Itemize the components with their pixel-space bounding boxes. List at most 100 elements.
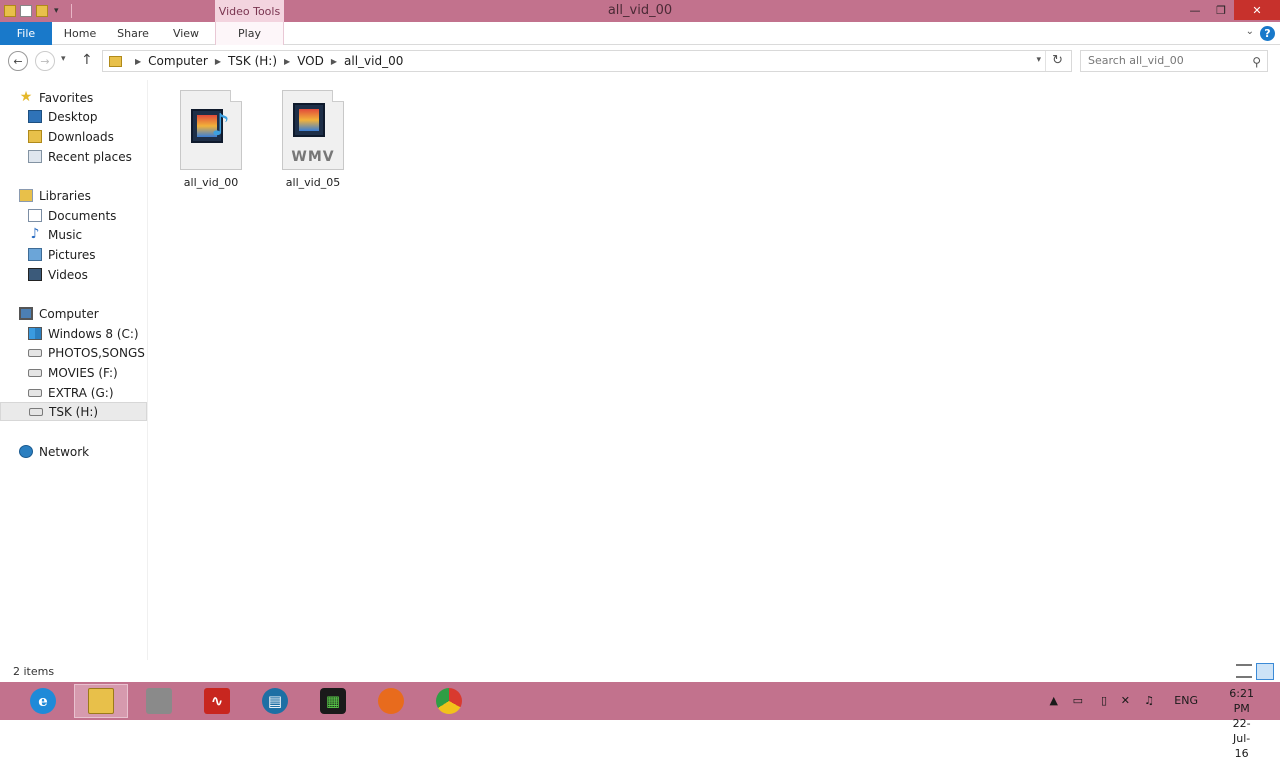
video-tools-tab-group: Video Tools	[215, 0, 284, 22]
file-item[interactable]: WMV all_vid_05	[275, 90, 351, 190]
music-note-icon: ♪	[30, 226, 40, 242]
sidebar-item-music[interactable]: ♪ Music	[0, 225, 147, 244]
clock[interactable]: 6:21 PM 22-Jul-16	[1229, 686, 1254, 761]
input-language[interactable]: ENG	[1174, 694, 1198, 707]
breadcrumb-current-folder[interactable]: all_vid_00	[344, 54, 403, 68]
page-fold	[230, 90, 242, 102]
tab-play[interactable]: Play	[215, 22, 284, 45]
internet-explorer-icon: e	[30, 688, 56, 714]
new-folder-icon[interactable]	[36, 5, 48, 17]
taskbar-internet-explorer[interactable]: e	[16, 684, 70, 718]
libraries-icon	[19, 189, 33, 202]
sidebar-group-label: Network	[39, 444, 90, 459]
window-title: all_vid_00	[607, 3, 673, 18]
breadcrumb-chevron-icon[interactable]: ▶	[215, 57, 221, 66]
breadcrumb-chevron-icon[interactable]: ▶	[331, 57, 337, 66]
sidebar-item-downloads[interactable]: Downloads	[0, 127, 147, 146]
recent-locations-chevron-icon[interactable]: ▾	[61, 54, 66, 64]
taskbar-movie-maker[interactable]: ▦	[306, 684, 360, 718]
music-note-icon: ♪	[211, 108, 231, 143]
taskbar-firefox[interactable]	[364, 684, 418, 718]
customize-toolbar-chevron-icon[interactable]: ▾	[54, 6, 59, 16]
breadcrumb-vod[interactable]: VOD	[297, 54, 324, 68]
video-file-icon: ♪	[180, 90, 242, 170]
forward-button[interactable]: →	[35, 51, 55, 71]
file-name: all_vid_00	[183, 176, 239, 189]
sidebar-item-photos-drive[interactable]: PHOTOS,SONGS & VIDEOS (E:)	[0, 343, 147, 362]
minimize-button[interactable]: —	[1182, 0, 1208, 20]
hard-drive-icon	[28, 368, 42, 377]
address-history-chevron-icon[interactable]: ▾	[1036, 55, 1041, 65]
breadcrumb-computer[interactable]: Computer	[148, 54, 208, 68]
tab-file[interactable]: File	[0, 22, 52, 45]
tab-home[interactable]: Home	[56, 22, 104, 45]
expand-ribbon-chevron-icon[interactable]: ⌄	[1246, 26, 1254, 37]
status-bar: 2 items	[0, 662, 1280, 682]
tab-share[interactable]: Share	[110, 22, 156, 45]
large-icons-view-icon[interactable]	[1256, 663, 1274, 680]
sidebar-item-windows-drive[interactable]: Windows 8 (C:)	[0, 324, 147, 343]
network-disconnected-icon[interactable]: ✕	[1121, 694, 1130, 707]
hard-drive-icon	[29, 407, 43, 416]
sidebar-item-label: Windows 8 (C:)	[48, 326, 139, 341]
action-center-icon[interactable]: ▭	[1073, 694, 1083, 707]
sidebar-item-recent-places[interactable]: Recent places	[0, 147, 147, 166]
file-item[interactable]: ♪ all_vid_00	[173, 90, 249, 190]
sidebar-item-pictures[interactable]: Pictures	[0, 245, 147, 264]
hard-drive-icon	[28, 388, 42, 397]
search-input[interactable]: Search all_vid_00 ⚲	[1080, 50, 1268, 72]
sidebar-item-label: TSK (H:)	[49, 404, 99, 419]
details-view-icon[interactable]	[1236, 664, 1252, 678]
breadcrumb-chevron-icon[interactable]: ▶	[284, 57, 290, 66]
chrome-icon	[436, 688, 462, 714]
properties-icon[interactable]	[20, 5, 32, 17]
breadcrumb-tsk-drive[interactable]: TSK (H:)	[228, 54, 277, 68]
taskbar-media-center[interactable]: ▤	[248, 684, 302, 718]
hard-drive-icon	[28, 348, 42, 357]
breadcrumb-chevron-icon[interactable]: ▶	[135, 57, 141, 66]
taskbar-chrome[interactable]	[422, 684, 476, 718]
item-count: 2 items	[13, 665, 55, 678]
help-icon[interactable]: ?	[1260, 26, 1275, 41]
windows-drive-icon	[28, 327, 42, 340]
sidebar-group-network[interactable]: Network	[0, 442, 147, 461]
sidebar-item-label: MOVIES (F:)	[48, 365, 118, 380]
recent-places-icon	[28, 150, 42, 163]
show-hidden-icons-chevron-icon[interactable]: ▲	[1050, 694, 1058, 707]
sidebar-group-label: Libraries	[39, 188, 91, 203]
sidebar-item-desktop[interactable]: Desktop	[0, 107, 147, 126]
sidebar-item-label: Desktop	[48, 109, 98, 124]
pictures-icon	[28, 248, 42, 261]
sidebar-item-label: Videos	[48, 267, 88, 282]
sidebar-item-extra-drive[interactable]: EXTRA (G:)	[0, 383, 147, 402]
battery-icon[interactable]: ▯	[1101, 694, 1107, 707]
sidebar-item-label: Music	[48, 227, 83, 242]
star-icon: ★	[19, 89, 33, 105]
sidebar-item-movies-drive[interactable]: MOVIES (F:)	[0, 363, 147, 382]
sidebar-item-videos[interactable]: Videos	[0, 265, 147, 284]
address-bar[interactable]: ▶ Computer ▶ TSK (H:) ▶ VOD ▶ all_vid_00…	[102, 50, 1072, 72]
up-arrow-icon[interactable]: ↑	[81, 52, 93, 68]
taskbar-system-tool[interactable]	[132, 684, 186, 718]
taskbar-file-explorer[interactable]	[74, 684, 128, 718]
tab-view[interactable]: View	[164, 22, 208, 45]
taskbar-audio-editor[interactable]: ∿	[190, 684, 244, 718]
sidebar-group-libraries[interactable]: Libraries	[0, 186, 147, 205]
restore-button[interactable]: ❐	[1208, 0, 1234, 20]
sidebar-item-tsk-drive[interactable]: TSK (H:)	[0, 402, 147, 421]
sidebar-group-label: Computer	[39, 306, 99, 321]
clock-time: 6:21 PM	[1229, 687, 1254, 715]
back-button[interactable]: ←	[8, 51, 28, 71]
file-name: all_vid_05	[285, 176, 341, 189]
sidebar-item-documents[interactable]: Documents	[0, 206, 147, 225]
volume-icon[interactable]: ♫	[1144, 694, 1154, 707]
sidebar-group-favorites[interactable]: ★ Favorites	[0, 88, 147, 107]
quick-access-toolbar: ▾	[0, 0, 72, 22]
refresh-icon[interactable]: ↻	[1052, 53, 1063, 68]
computer-icon	[19, 307, 33, 320]
sidebar-item-label: PHOTOS,SONGS & VIDEOS (E:)	[48, 345, 147, 360]
sidebar-group-computer[interactable]: Computer	[0, 304, 147, 323]
search-icon[interactable]: ⚲	[1252, 52, 1261, 72]
close-button[interactable]: ✕	[1234, 0, 1280, 20]
file-list[interactable]: ♪ all_vid_00 WMV all_vid_05	[150, 80, 1280, 660]
